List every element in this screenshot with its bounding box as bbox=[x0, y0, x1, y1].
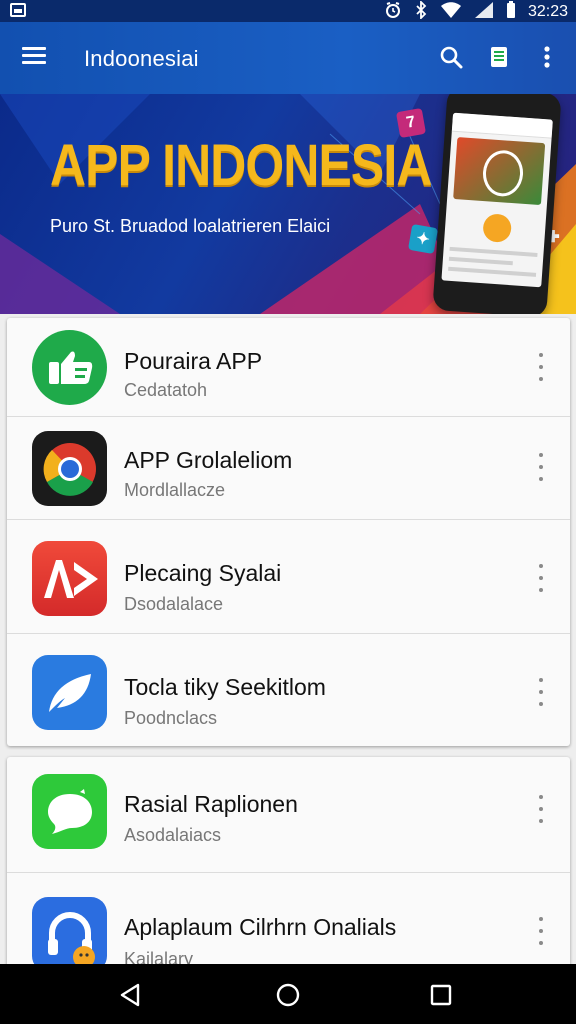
status-bar: 32:23 bbox=[0, 0, 576, 22]
sticker-number-icon: 7 bbox=[395, 107, 427, 139]
promo-banner[interactable]: APP INDONESIA Puro St. Bruadod loalatrie… bbox=[0, 94, 576, 314]
app-list-card-1: Pouraira APP Cedatatoh APP Grolaleliom M… bbox=[7, 318, 570, 746]
thumbs-up-icon bbox=[32, 330, 107, 405]
app-bar-actions bbox=[438, 42, 560, 72]
more-options-button[interactable] bbox=[534, 453, 548, 481]
app-title: Indoonesiai bbox=[84, 46, 199, 71]
search-icon bbox=[440, 46, 463, 69]
recents-button[interactable] bbox=[428, 982, 454, 1008]
app-subtitle: Dsodalalace bbox=[124, 594, 224, 614]
app-name: Rasial Raplionen bbox=[124, 791, 298, 817]
list-item[interactable]: Rasial Raplionen Asodalaiacs bbox=[7, 757, 570, 873]
clock-time: 32:23 bbox=[527, 3, 568, 20]
app-name: Aplaplaum Cilrhrn Onalials bbox=[124, 914, 397, 940]
banner-tagline: Puro St. Bruadod loalatrieren Elaici bbox=[50, 216, 331, 236]
more-vert-icon bbox=[544, 46, 550, 68]
list-item[interactable]: Tocla tiky Seekitlom Poodnclacs bbox=[7, 634, 570, 746]
more-options-button[interactable] bbox=[534, 795, 548, 823]
system-nav-bar bbox=[0, 964, 576, 1024]
hamburger-icon-line bbox=[22, 54, 46, 57]
phone-illustration bbox=[432, 94, 562, 314]
banner-headline: APP INDONESIA bbox=[50, 133, 432, 198]
list-item[interactable]: Pouraira APP Cedatatoh bbox=[7, 318, 570, 417]
list-item[interactable]: APP Grolaleliom Mordlallacze bbox=[7, 417, 570, 520]
app-list-card-2: Rasial Raplionen Asodalaiacs Aplaplaum C… bbox=[7, 757, 570, 969]
app-name: Tocla tiky Seekitlom bbox=[124, 674, 326, 700]
sticker-bird-icon: ✦ bbox=[407, 223, 439, 255]
recents-icon bbox=[430, 984, 452, 1006]
ad-play-icon bbox=[32, 541, 107, 616]
list-item[interactable]: Plecaing Syalai Dsodalalace bbox=[7, 520, 570, 634]
search-button[interactable] bbox=[438, 42, 464, 72]
app-name: Plecaing Syalai bbox=[124, 560, 282, 586]
app-subtitle: Poodnclacs bbox=[124, 708, 218, 728]
app-name: APP Grolaleliom bbox=[124, 447, 293, 473]
more-options-button[interactable] bbox=[534, 917, 548, 945]
gallery-notification-icon bbox=[10, 3, 26, 17]
app-subtitle: Asodalaiacs bbox=[124, 825, 222, 845]
status-icons: 32:23 bbox=[384, 0, 568, 23]
document-button[interactable] bbox=[486, 42, 512, 72]
app-subtitle: Cedatatoh bbox=[124, 380, 208, 400]
signal-icon bbox=[474, 1, 494, 23]
document-icon bbox=[491, 47, 507, 67]
bluetooth-icon bbox=[414, 0, 428, 23]
headphones-icon bbox=[32, 897, 107, 969]
alarm-icon bbox=[384, 1, 402, 23]
hamburger-icon-line bbox=[22, 61, 46, 64]
battery-icon bbox=[506, 1, 516, 23]
more-options-button[interactable] bbox=[534, 564, 548, 592]
back-button[interactable] bbox=[118, 982, 144, 1008]
leaf-bird-icon bbox=[32, 655, 107, 730]
chrome-icon bbox=[32, 431, 107, 506]
app-bar: Indoonesiai bbox=[0, 22, 576, 94]
more-options-button[interactable] bbox=[534, 678, 548, 706]
chat-bubble-icon bbox=[32, 774, 107, 849]
overflow-menu-button[interactable] bbox=[534, 42, 560, 72]
wifi-icon bbox=[440, 1, 462, 23]
home-button[interactable] bbox=[275, 982, 301, 1008]
more-options-button[interactable] bbox=[534, 353, 548, 381]
app-name: Pouraira APP bbox=[124, 348, 263, 374]
hamburger-icon bbox=[22, 47, 46, 50]
app-subtitle: Mordlallacze bbox=[124, 480, 226, 500]
list-item[interactable]: Aplaplaum Cilrhrn Onalials Kailalary bbox=[7, 873, 570, 969]
home-icon bbox=[276, 983, 300, 1007]
phone-screen bbox=[441, 112, 553, 288]
menu-button[interactable] bbox=[22, 47, 46, 65]
back-icon bbox=[120, 983, 140, 1007]
